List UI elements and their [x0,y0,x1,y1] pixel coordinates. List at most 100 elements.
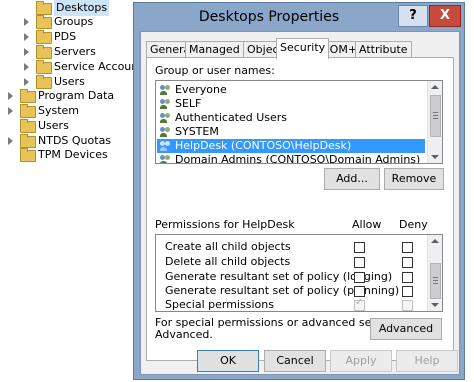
grip-icon [433,118,438,119]
principal-name: Everyone [175,83,227,96]
list-item-selected[interactable]: HelpDesk (CONTOSO\HelpDesk) [157,139,425,153]
permission-name: Special permissions [165,298,274,311]
folder-icon [36,60,52,74]
deny-checkbox [402,300,413,311]
checkmark-icon: ✓ [355,297,364,308]
deny-header: Deny [399,218,428,231]
table-row: Special permissions ✓ [157,297,425,311]
tree-item-tpm-devices[interactable]: TPM Devices [8,147,118,163]
list-item[interactable]: SELF [157,97,425,111]
apply-button: Apply [330,350,392,372]
expand-arrow-icon[interactable] [24,63,29,71]
users-icon [160,127,171,137]
list-item[interactable]: Everyone [157,83,425,97]
principal-name: Domain Admins (CONTOSO\Domain Admins) [175,153,421,164]
scroll-up-icon[interactable] [431,85,439,89]
dialog-title: Desktops Properties [198,9,340,25]
expand-arrow-icon[interactable] [24,78,29,86]
principals-scrollbar[interactable] [427,81,442,163]
permissions-scrollbar[interactable] [427,235,442,311]
help-button: Help [396,350,458,372]
permission-name: Create all child objects [165,240,291,253]
list-item[interactable]: Authenticated Users [157,111,425,125]
allow-header: Allow [352,218,382,231]
folder-icon [20,119,36,133]
tree-item-label: Program Data [38,89,115,102]
expand-arrow-icon[interactable] [24,33,29,41]
grip-icon [433,112,438,113]
folder-icon [36,45,52,59]
tab-attribute-editor[interactable]: Attribute Editor [355,41,412,72]
properties-dialog: Desktops Properties ? X General Managed … [133,2,465,380]
tree-item-users[interactable]: Users [8,118,118,134]
deny-checkbox[interactable] [402,272,413,283]
advanced-button[interactable]: Advanced [370,318,442,340]
principal-name: SYSTEM [175,125,219,138]
grip-icon [433,277,438,278]
table-row: Delete all child objects [157,255,425,269]
expand-arrow-icon[interactable] [8,92,13,100]
scroll-down-icon[interactable] [431,155,439,159]
principal-name: HelpDesk (CONTOSO\HelpDesk) [175,139,352,152]
principal-name: Authenticated Users [175,111,288,124]
advanced-hint-text-2: Advanced. [155,328,213,341]
security-panel: Group or user names: Everyone SELF Authe… [146,57,454,361]
users-icon [160,85,171,95]
add-button[interactable]: Add... [324,168,380,190]
tree-item-servers[interactable]: Servers [24,44,124,60]
folder-icon [20,148,36,162]
allow-checkbox[interactable] [354,242,365,253]
deny-checkbox[interactable] [402,286,413,297]
grip-icon [433,283,438,284]
tree-item-system[interactable]: System [8,103,118,119]
allow-checkbox[interactable] [354,272,365,283]
grip-icon [433,115,438,116]
folder-icon [20,89,36,103]
principal-name: SELF [175,97,202,110]
deny-checkbox[interactable] [402,242,413,253]
tree-item-pds[interactable]: PDS [24,29,124,45]
expand-arrow-icon[interactable] [24,18,29,26]
tree-item-label: Servers [54,45,96,58]
expand-arrow-icon[interactable] [8,107,13,115]
list-item[interactable]: SYSTEM [157,125,425,139]
deny-checkbox[interactable] [402,257,413,268]
table-row: Create all child objects [157,240,425,254]
users-icon [160,99,171,109]
tab-security[interactable]: Security [276,38,330,59]
tree-item-label: Users [38,119,69,132]
scroll-down-icon[interactable] [431,303,439,307]
scroll-thumb[interactable] [430,263,441,299]
permissions-list[interactable]: Create all child objects Delete all chil… [155,234,443,312]
dialog-titlebar[interactable]: Desktops Properties ? X [134,3,464,31]
help-title-button[interactable]: ? [398,5,428,27]
expand-arrow-icon[interactable] [8,137,13,145]
group-or-user-names-label: Group or user names: [155,64,275,77]
ok-button[interactable]: OK [197,350,259,372]
tree-item-service-accounts[interactable]: Service Accounts [24,59,148,75]
cancel-button[interactable]: Cancel [264,350,326,372]
scroll-thumb[interactable] [430,95,441,137]
principals-list[interactable]: Everyone SELF Authenticated Users SYSTEM… [155,80,443,164]
users-icon [160,113,171,123]
close-button[interactable]: X [429,5,461,27]
allow-checkbox[interactable] [354,286,365,297]
permission-name: Delete all child objects [165,255,291,268]
remove-button[interactable]: Remove [384,168,444,190]
tab-managed-by[interactable]: Managed By [185,41,244,72]
allow-checkbox[interactable] [354,257,365,268]
permissions-for-label: Permissions for HelpDesk [155,218,295,231]
scroll-up-icon[interactable] [431,239,439,243]
list-item[interactable]: Domain Admins (CONTOSO\Domain Admins) [157,153,425,164]
table-row: Generate resultant set of policy (planni… [157,284,425,298]
grip-icon [433,280,438,281]
dialog-client-area: General Managed By Object Security COM+ … [140,31,460,375]
tree-item-program-data[interactable]: Program Data [8,88,118,104]
users-icon [160,155,171,163]
tree-item-label: TPM Devices [38,148,108,161]
tree-item-label: PDS [54,30,77,43]
tree-item-groups[interactable]: Groups [24,14,124,30]
folder-icon [36,15,52,29]
expand-arrow-icon[interactable] [24,48,29,56]
tree-item-label: Groups [54,15,94,28]
